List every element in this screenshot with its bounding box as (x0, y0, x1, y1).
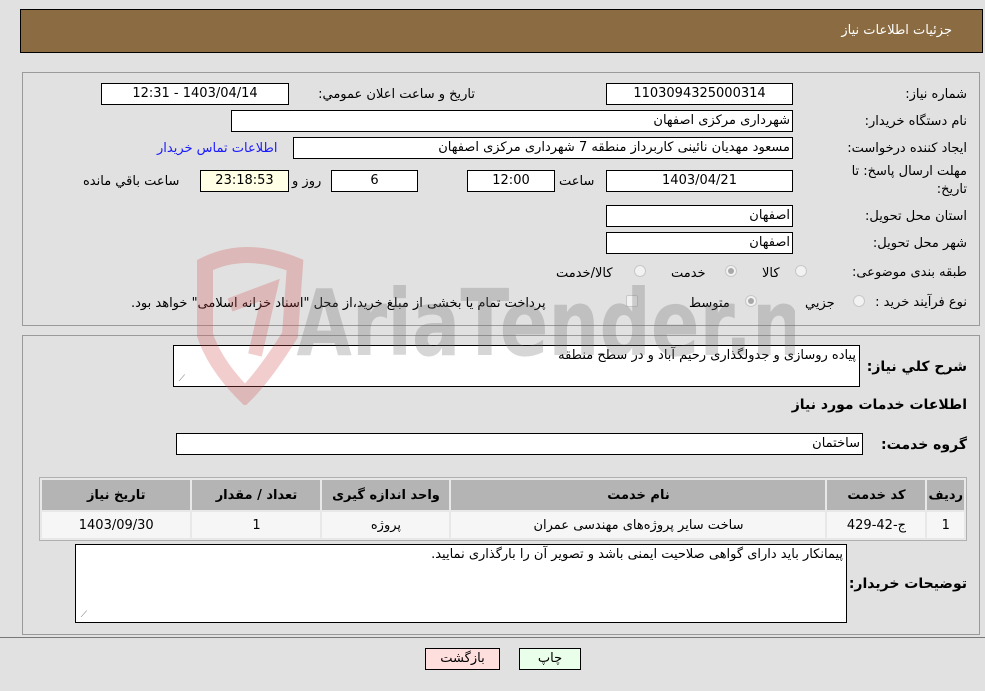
deadline-label: مهلت ارسال پاسخ: تا (851, 164, 967, 179)
description-field[interactable]: پیاده روسازی و جدولگذاری رحیم آباد و در … (173, 345, 860, 387)
col-service-code: کد خدمت (827, 480, 926, 510)
col-need-date: تاریخ نیاز (42, 480, 191, 510)
treasury-note: پرداخت تمام یا بخشی از مبلغ خرید،از محل … (131, 296, 546, 311)
buyer-notes-text: پیمانکار باید دارای گواهی صلاحیت ایمنی ب… (431, 547, 843, 562)
description-label: شرح کلي نیاز: (866, 359, 967, 375)
page-header: جزئیات اطلاعات نیاز (20, 9, 983, 53)
print-button[interactable]: چاپ (519, 648, 581, 670)
process-radio-medium[interactable] (745, 295, 757, 307)
services-table: ردیف کد خدمت نام خدمت واحد اندازه گیری ت… (39, 477, 967, 541)
category-radio-goods-service[interactable] (634, 265, 646, 277)
process-radio-minor[interactable] (853, 295, 865, 307)
col-quantity: تعداد / مقدار (192, 480, 321, 510)
category-label: طبقه بندی موضوعی: (851, 265, 967, 280)
category-radio-service[interactable] (725, 265, 737, 277)
col-unit: واحد اندازه گیری (322, 480, 450, 510)
buyer-org-field[interactable]: شهرداری مرکزی اصفهان (231, 110, 793, 132)
city-label: شهر محل تحویل: (872, 236, 967, 251)
city-field[interactable]: اصفهان (606, 232, 793, 254)
cell-service-code: ج-42-429 (827, 512, 926, 538)
service-group-field[interactable]: ساختمان (176, 433, 863, 455)
buyer-org-label: نام دستگاه خریدار: (864, 114, 967, 129)
announce-date-field[interactable]: 1403/04/14 - 12:31 (101, 83, 289, 105)
need-number-field[interactable]: 1103094325000314 (606, 83, 793, 105)
days-label: روز و (292, 174, 322, 189)
services-heading: اطلاعات خدمات مورد نیاز (791, 397, 967, 413)
buyer-notes-label: توضیحات خریدار: (848, 576, 967, 592)
table-header-row: ردیف کد خدمت نام خدمت واحد اندازه گیری ت… (42, 480, 964, 510)
category-radio-goods[interactable] (795, 265, 807, 277)
deadline-label-date: تاریخ: (936, 182, 967, 197)
table-row: 1 ج-42-429 ساخت سایر پروژه‌های مهندسی عم… (42, 512, 964, 538)
resize-handle-icon[interactable]: ⟋ (176, 375, 185, 384)
category-service-label: خدمت (671, 266, 706, 281)
province-field[interactable]: اصفهان (606, 205, 793, 227)
col-row-number: ردیف (927, 480, 964, 510)
description-text: پیاده روسازی و جدولگذاری رحیم آباد و در … (558, 348, 856, 363)
cell-unit: پروژه (322, 512, 450, 538)
category-goods-service-label: کالا/خدمت (556, 266, 613, 281)
cell-quantity: 1 (192, 512, 321, 538)
page-title: جزئیات اطلاعات نیاز (841, 23, 952, 38)
process-minor-label: جزیي (805, 296, 835, 311)
remaining-time-field: 23:18:53 (200, 170, 289, 192)
cell-row-number: 1 (927, 512, 964, 538)
requester-field[interactable]: مسعود مهدیان نائینی کاربرداز منطقه 7 شهر… (293, 137, 793, 159)
remaining-days-field[interactable]: 6 (331, 170, 418, 192)
cell-service-name: ساخت سایر پروژه‌های مهندسی عمران (451, 512, 826, 538)
announce-date-label: تاریخ و ساعت اعلان عمومي: (318, 87, 475, 102)
cell-need-date: 1403/09/30 (42, 512, 191, 538)
province-label: استان محل تحویل: (865, 209, 967, 224)
deadline-date-field[interactable]: 1403/04/21 (606, 170, 793, 192)
remaining-time-label: ساعت باقي مانده (83, 174, 180, 189)
need-number-label: شماره نیاز: (905, 87, 967, 102)
back-button[interactable]: بازگشت (425, 648, 500, 670)
buyer-notes-field[interactable]: پیمانکار باید دارای گواهی صلاحیت ایمنی ب… (75, 544, 847, 623)
footer-divider (0, 637, 985, 638)
col-service-name: نام خدمت (451, 480, 826, 510)
category-goods-label: کالا (762, 266, 780, 281)
process-label: نوع فرآیند خرید : (875, 295, 967, 310)
requester-label: ایجاد کننده درخواست: (847, 141, 967, 156)
treasury-checkbox[interactable] (626, 295, 638, 307)
process-medium-label: متوسط (689, 296, 730, 311)
service-group-label: گروه خدمت: (881, 437, 967, 453)
deadline-time-label: ساعت (559, 174, 595, 189)
resize-handle-icon[interactable]: ⟋ (78, 611, 87, 620)
deadline-time-field[interactable]: 12:00 (467, 170, 555, 192)
buyer-contact-link[interactable]: اطلاعات تماس خریدار (157, 141, 277, 156)
